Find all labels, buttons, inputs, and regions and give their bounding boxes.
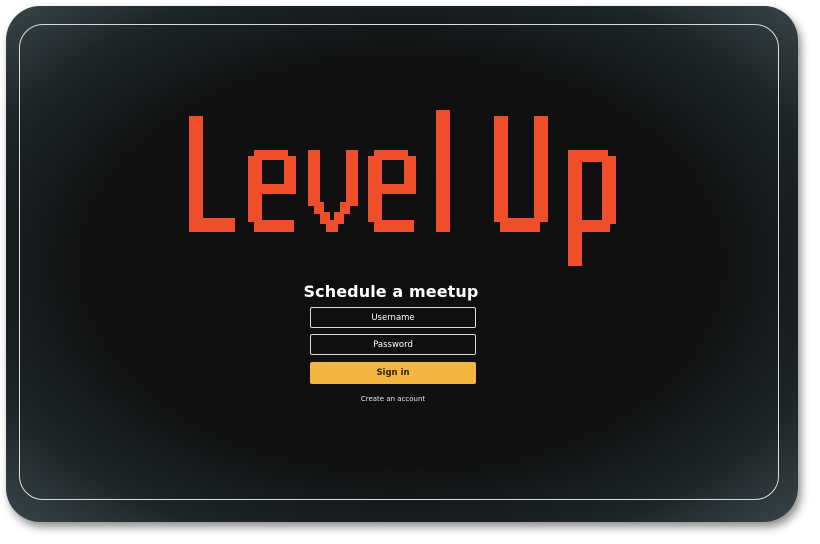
level-up-logo — [189, 110, 616, 266]
device-frame: Schedule a meetup Sign in Create an acco… — [6, 6, 798, 522]
password-input[interactable] — [310, 334, 476, 355]
create-account-link[interactable]: Create an account — [310, 395, 476, 403]
username-input[interactable] — [310, 307, 476, 328]
sign-in-button[interactable]: Sign in — [310, 362, 476, 384]
form-title: Schedule a meetup — [303, 282, 479, 301]
